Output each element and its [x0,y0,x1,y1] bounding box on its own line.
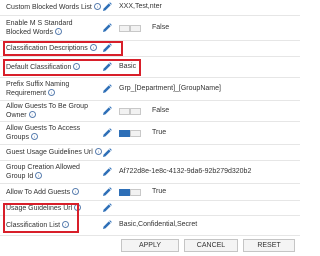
action-bar: APPLY CANCEL RESET [0,236,300,256]
highlight-box-classification-descriptions [3,41,123,56]
setting-label: Allow Guests To Be Group Owner i [6,102,88,119]
setting-label: Group Creation Allowed Group Id i [6,163,80,180]
setting-value: Grp_[Department]_[GroupName] [119,85,221,92]
info-icon[interactable]: i [30,132,38,140]
setting-label: Prefix Suffix Naming Requirement i [6,80,70,97]
setting-label: Allow Guests To Access Groups i [6,124,81,141]
apply-button[interactable]: APPLY [121,239,179,252]
toggle-switch[interactable] [119,130,141,137]
setting-row-prefix-suffix-naming: Prefix Suffix Naming Requirement i Grp_[D… [0,78,300,101]
setting-row-custom-blocked-words: Custom Blocked Words List i XXX,Test,nter [0,0,300,16]
setting-row-allow-guests-access-groups: Allow Guests To Access Groups i True [0,122,300,145]
pencil-icon[interactable] [102,2,112,12]
pencil-icon[interactable] [102,23,112,33]
setting-value: XXX,Test,nter [119,3,162,10]
pencil-icon[interactable] [102,167,112,177]
setting-value: Af722d8e-1e8c-4132-9da6-92b279d320b2 [119,168,252,175]
pencil-icon[interactable] [102,148,112,158]
toggle-value: True [152,129,167,136]
pencil-icon[interactable] [102,84,112,94]
setting-label: Enable M S Standard Blocked Words i [6,19,73,36]
setting-label: Guest Usage Guidelines Url i [6,145,110,160]
info-icon[interactable]: i [48,88,56,96]
highlight-box-classification-list [3,203,79,233]
setting-row-allow-guests-group-owner: Allow Guests To Be Group Owner i False [0,101,300,122]
pencil-icon[interactable] [102,187,112,197]
setting-row-group-creation-allowed-group-id: Group Creation Allowed Group Id i Af722d8… [0,161,300,184]
setting-label: Allow To Add Guests i [6,184,110,200]
info-icon[interactable]: i [72,187,80,195]
cancel-button[interactable]: CANCEL [184,239,238,252]
info-icon[interactable]: i [93,3,101,10]
setting-row-enable-ms-standard-blocked-words: Enable M S Standard Blocked Words i False [0,16,300,41]
toggle-switch[interactable] [119,189,141,196]
setting-label: Custom Blocked Words List i [6,0,110,15]
setting-value: Basic,Confidential,Secret [119,221,198,228]
setting-row-guest-usage-guidelines-url: Guest Usage Guidelines Url i [0,145,300,161]
toggle-value: True [152,188,167,195]
pencil-icon[interactable] [102,106,112,116]
toggle-switch[interactable] [119,25,141,32]
highlight-box-default-classification [3,59,141,76]
pencil-icon[interactable] [102,128,112,138]
reset-button[interactable]: RESET [243,239,295,252]
toggle-value: False [152,107,170,114]
info-icon[interactable]: i [28,110,36,118]
toggle-value: False [152,24,170,31]
info-icon[interactable]: i [94,148,102,155]
toggle-switch[interactable] [119,108,141,115]
pencil-icon[interactable] [102,203,112,213]
setting-row-allow-to-add-guests: Allow To Add Guests i True [0,184,300,201]
info-icon[interactable]: i [54,27,62,35]
info-icon[interactable]: i [35,171,43,179]
pencil-icon[interactable] [102,220,112,230]
